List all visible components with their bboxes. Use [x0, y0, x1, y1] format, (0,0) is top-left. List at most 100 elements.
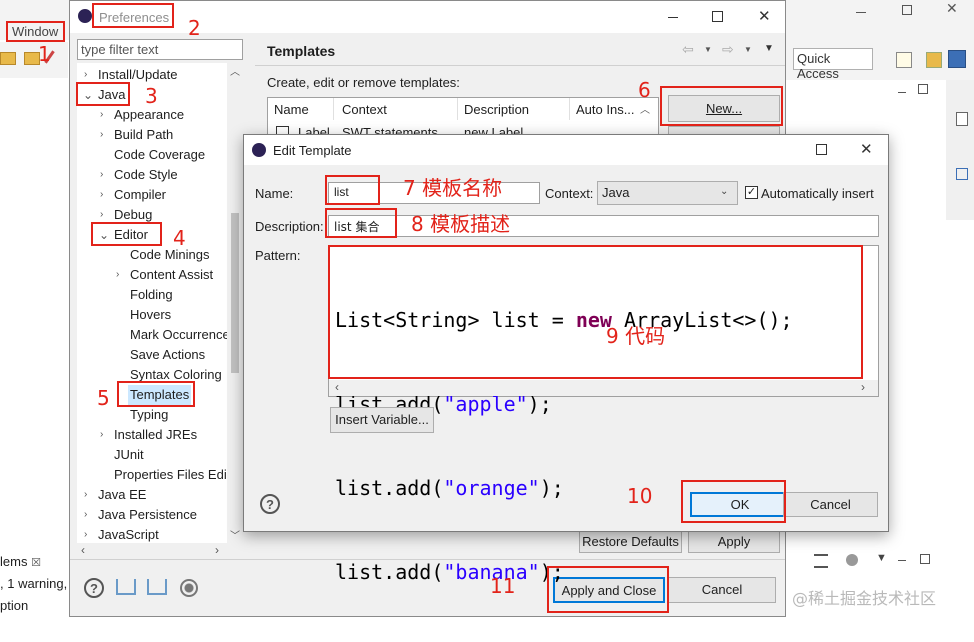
- annotation-number: 7 模板名称: [403, 176, 503, 200]
- tree-vertical-scrollbar[interactable]: ︿ ﹀: [227, 63, 243, 543]
- maximize-panel-icon[interactable]: [920, 554, 930, 564]
- scroll-right-icon[interactable]: ›: [861, 380, 865, 394]
- tree-item-junit[interactable]: JUnit: [114, 445, 144, 465]
- back-arrow-icon[interactable]: ⇦: [682, 41, 694, 58]
- scroll-thumb[interactable]: [231, 213, 239, 373]
- tree-horizontal-scrollbar[interactable]: ‹ ›: [77, 543, 243, 559]
- pattern-label: Pattern:: [255, 248, 301, 263]
- perspective-icon[interactable]: [896, 52, 912, 68]
- annotation-box: [117, 381, 195, 407]
- settings-icon[interactable]: [846, 554, 858, 566]
- workbench-toolbar: [0, 42, 68, 78]
- minimize-icon[interactable]: [856, 12, 866, 13]
- tree-item-typing[interactable]: Typing: [130, 405, 168, 425]
- scroll-left-icon[interactable]: ‹: [81, 543, 85, 557]
- annotation-number: 11: [490, 574, 516, 598]
- minimize-view-icon[interactable]: [898, 92, 906, 93]
- annotation-box: [660, 86, 783, 126]
- annotation-box: [6, 21, 65, 42]
- maximize-button[interactable]: [712, 11, 723, 22]
- restore-icon[interactable]: [902, 5, 912, 15]
- record-icon[interactable]: [180, 579, 198, 597]
- annotation-box: [325, 208, 397, 238]
- insert-variable-button[interactable]: Insert Variable...: [330, 407, 434, 433]
- side-strip: [946, 80, 974, 220]
- chevron-right-icon[interactable]: ›: [84, 525, 87, 545]
- column-header-description[interactable]: Description: [458, 98, 570, 120]
- tree-item-appearance[interactable]: Appearance: [114, 105, 184, 125]
- java-perspective-icon[interactable]: [948, 50, 966, 68]
- quick-access-field[interactable]: Quick Access: [793, 48, 873, 81]
- chevron-right-icon[interactable]: ›: [100, 105, 103, 125]
- scroll-left-icon[interactable]: ‹: [335, 380, 339, 394]
- tree-item-hovers[interactable]: Hovers: [130, 305, 171, 325]
- close-button[interactable]: ✕: [860, 140, 873, 158]
- chevron-right-icon[interactable]: ›: [84, 485, 87, 505]
- filter-input[interactable]: type filter text: [77, 39, 243, 60]
- tree-item-folding[interactable]: Folding: [130, 285, 173, 305]
- context-select[interactable]: Java ⌄: [597, 181, 738, 205]
- scroll-right-icon[interactable]: ›: [215, 543, 219, 557]
- view-menu-icon[interactable]: ▼: [764, 43, 774, 54]
- help-icon[interactable]: ?: [84, 578, 104, 598]
- problems-row: ption: [0, 598, 29, 613]
- tasks-icon[interactable]: [956, 168, 968, 180]
- chevron-right-icon[interactable]: ›: [100, 125, 103, 145]
- templates-page-title: Templates: [267, 43, 336, 59]
- chevron-right-icon[interactable]: ›: [100, 425, 103, 445]
- tree-item-java-ee[interactable]: Java EE: [98, 485, 146, 505]
- back-menu-icon[interactable]: ▼: [704, 45, 712, 54]
- tree-item-java-persistence[interactable]: Java Persistence: [98, 505, 197, 525]
- chevron-right-icon[interactable]: ›: [100, 185, 103, 205]
- chevron-right-icon[interactable]: ›: [100, 165, 103, 185]
- open-folder-icon[interactable]: [0, 52, 16, 65]
- export-icon[interactable]: [147, 579, 167, 595]
- auto-insert-label[interactable]: Automatically insert: [761, 186, 874, 201]
- description-label: Description:: [255, 219, 324, 234]
- edit-template-titlebar: Edit Template ✕: [244, 135, 888, 165]
- help-icon[interactable]: ?: [260, 494, 280, 514]
- tree-item-code-style[interactable]: Code Style: [114, 165, 178, 185]
- outline-icon[interactable]: [956, 112, 968, 126]
- close-window-icon[interactable]: ✕: [946, 0, 958, 17]
- pin-icon[interactable]: [814, 554, 828, 568]
- chevron-down-icon: ⌄: [720, 186, 729, 197]
- tree-item-installed-jres[interactable]: Installed JREs: [114, 425, 197, 445]
- chevron-right-icon[interactable]: ›: [116, 265, 119, 285]
- tree-item-save-actions[interactable]: Save Actions: [130, 345, 205, 365]
- tree-item-code-coverage[interactable]: Code Coverage: [114, 145, 205, 165]
- table-scroll-up-icon[interactable]: ︿: [640, 101, 650, 116]
- minimize-panel-icon[interactable]: [898, 560, 906, 561]
- minimize-button[interactable]: [668, 17, 678, 18]
- scroll-down-icon[interactable]: ﹀: [230, 527, 240, 542]
- annotation-number: 1: [38, 42, 51, 66]
- pattern-horizontal-scrollbar[interactable]: ‹ ›: [329, 380, 878, 396]
- forward-arrow-icon[interactable]: ⇨: [722, 41, 734, 58]
- maximize-view-icon[interactable]: [918, 84, 928, 94]
- scroll-up-icon[interactable]: ︿: [230, 63, 240, 78]
- tree-item-javascript[interactable]: JavaScript: [98, 525, 159, 545]
- maximize-button[interactable]: [816, 144, 827, 155]
- templates-description: Create, edit or remove templates:: [267, 75, 460, 90]
- column-header-context[interactable]: Context: [334, 98, 458, 120]
- tree-item-mark-occurrences[interactable]: Mark Occurrence: [130, 325, 230, 345]
- column-header-name[interactable]: Name: [268, 98, 334, 120]
- close-button[interactable]: ✕: [758, 7, 771, 25]
- auto-insert-checkbox[interactable]: ✓: [745, 186, 758, 199]
- view-menu-icon[interactable]: ▼: [876, 552, 887, 564]
- close-tab-icon[interactable]: ☒: [31, 557, 41, 569]
- tree-item-compiler[interactable]: Compiler: [114, 185, 166, 205]
- annotation-number: 5: [97, 386, 110, 410]
- chevron-right-icon[interactable]: ›: [84, 505, 87, 525]
- tree-item-content-assist[interactable]: Content Assist: [130, 265, 213, 285]
- tree-item-code-minings[interactable]: Code Minings: [130, 245, 210, 265]
- console-toolbar: ▼: [786, 548, 974, 578]
- forward-menu-icon[interactable]: ▼: [744, 45, 752, 54]
- tree-item-properties-files-editor[interactable]: Properties Files Edi: [114, 465, 227, 485]
- import-icon[interactable]: [116, 579, 136, 595]
- java-ee-perspective-icon[interactable]: [926, 52, 942, 68]
- problems-tab[interactable]: lems ☒: [0, 554, 41, 569]
- tree-item-build-path[interactable]: Build Path: [114, 125, 173, 145]
- problems-status: , 1 warning,: [0, 576, 68, 591]
- cancel-button[interactable]: Cancel: [783, 492, 878, 517]
